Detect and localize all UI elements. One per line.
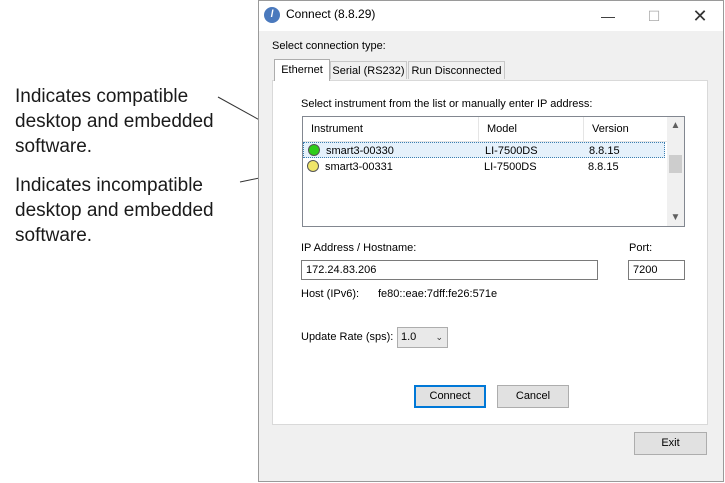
ip-address-input[interactable]: 172.24.83.206	[301, 260, 598, 280]
minimize-button[interactable]: —	[585, 1, 631, 31]
update-rate-label: Update Rate (sps):	[301, 331, 394, 343]
scroll-up-icon[interactable]: ▲	[667, 117, 684, 134]
cell-version: 8.8.15	[589, 145, 620, 157]
tab-ethernet[interactable]: Ethernet	[274, 59, 330, 81]
update-rate-select[interactable]: 1.0 ⌄	[397, 327, 448, 348]
cell-version: 8.8.15	[588, 161, 619, 173]
instrument-prompt: Select instrument from the list or manua…	[301, 98, 593, 110]
window-title: Connect (8.8.29)	[286, 7, 376, 21]
annotation-compatible: Indicates compatible desktop and embedde…	[15, 86, 214, 157]
update-rate-value: 1.0	[401, 331, 417, 343]
port-input[interactable]: 7200	[628, 260, 685, 280]
scroll-thumb[interactable]	[669, 155, 682, 173]
tab-serial[interactable]: Serial (RS232)	[330, 61, 407, 79]
licor-logo-icon: l	[264, 7, 280, 23]
table-row[interactable]: smart3-00330 LI-7500DS 8.8.15	[303, 142, 665, 158]
column-header-instrument[interactable]: Instrument	[303, 117, 479, 141]
ip-address-label: IP Address / Hostname:	[301, 242, 417, 254]
ipv6-label: Host (IPv6):	[301, 288, 360, 300]
title-bar[interactable]: l Connect (8.8.29) — ☐ ✕	[259, 1, 723, 31]
connection-type-label: Select connection type:	[272, 40, 386, 52]
exit-button[interactable]: Exit	[634, 432, 707, 455]
status-compatible-icon	[308, 144, 320, 156]
maximize-button[interactable]: ☐	[631, 1, 677, 31]
port-label: Port:	[629, 242, 653, 254]
cell-model: LI-7500DS	[484, 161, 537, 173]
cell-instrument: smart3-00330	[326, 145, 394, 157]
instrument-list[interactable]: Instrument Model Version smart3-00330 LI…	[302, 116, 685, 227]
scroll-down-icon[interactable]: ▼	[667, 209, 684, 226]
connect-button[interactable]: Connect	[414, 385, 486, 408]
annotation-incompatible: Indicates incompatible desktop and embed…	[15, 175, 214, 246]
column-header-version[interactable]: Version	[584, 117, 667, 141]
cell-instrument: smart3-00331	[325, 161, 393, 173]
tab-run-disconnected[interactable]: Run Disconnected	[408, 61, 505, 79]
cancel-button[interactable]: Cancel	[497, 385, 569, 408]
list-header: Instrument Model Version	[303, 117, 667, 142]
list-scrollbar[interactable]: ▲ ▼	[667, 117, 684, 226]
close-button[interactable]: ✕	[677, 1, 723, 31]
cell-model: LI-7500DS	[485, 145, 538, 157]
ipv6-value: fe80::eae:7dff:fe26:571e	[378, 288, 498, 300]
connect-dialog: l Connect (8.8.29) — ☐ ✕ Select connecti…	[258, 0, 724, 482]
chevron-down-icon: ⌄	[435, 332, 443, 342]
column-header-model[interactable]: Model	[479, 117, 584, 141]
status-incompatible-icon	[307, 160, 319, 172]
table-row[interactable]: smart3-00331 LI-7500DS 8.8.15	[303, 159, 665, 175]
